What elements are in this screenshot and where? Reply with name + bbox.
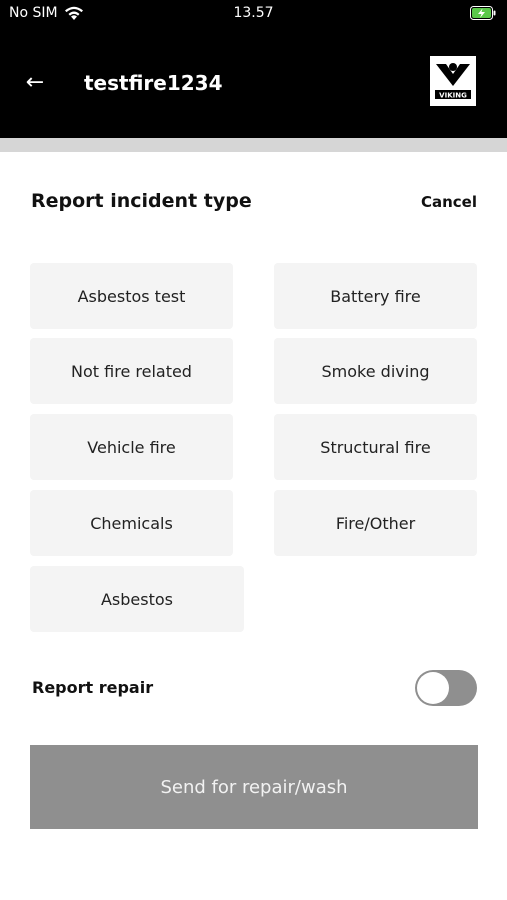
battery-charging-icon (470, 6, 496, 20)
app-header: ← testfire1234 VIKING (0, 28, 507, 138)
toggle-knob (417, 672, 449, 704)
report-repair-toggle[interactable] (415, 670, 477, 706)
status-bar: No SIM 13.57 (0, 0, 507, 28)
option-battery-fire[interactable]: Battery fire (274, 263, 477, 329)
sheet-title: Report incident type (31, 190, 252, 212)
logo-text: VIKING (439, 92, 467, 100)
viking-logo: VIKING (430, 56, 476, 106)
cancel-button[interactable]: Cancel (421, 193, 477, 211)
clock: 13.57 (233, 5, 274, 21)
back-arrow-icon[interactable]: ← (20, 68, 50, 98)
page-title: testfire1234 (84, 71, 223, 95)
option-smoke-diving[interactable]: Smoke diving (274, 338, 477, 404)
option-structural-fire[interactable]: Structural fire (274, 414, 477, 480)
incident-type-sheet: Report incident type Cancel Asbestos tes… (0, 152, 507, 900)
send-for-repair-button[interactable]: Send for repair/wash (30, 745, 478, 829)
option-fire-other[interactable]: Fire/Other (274, 490, 477, 556)
header-divider (0, 138, 507, 152)
option-asbestos[interactable]: Asbestos (30, 566, 244, 632)
option-asbestos-test[interactable]: Asbestos test (30, 263, 233, 329)
option-not-fire-related[interactable]: Not fire related (30, 338, 233, 404)
report-repair-label: Report repair (32, 678, 154, 697)
option-vehicle-fire[interactable]: Vehicle fire (30, 414, 233, 480)
option-chemicals[interactable]: Chemicals (30, 490, 233, 556)
